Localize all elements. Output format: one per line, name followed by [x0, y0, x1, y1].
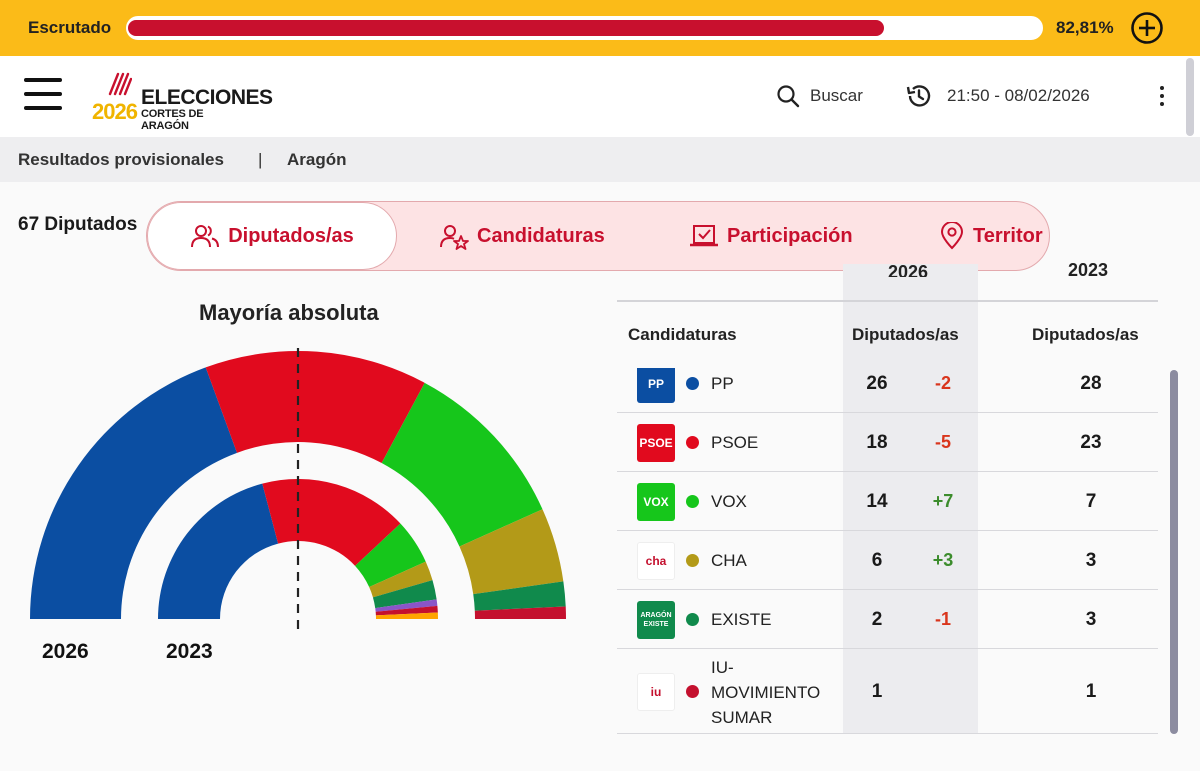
party-color-dot — [686, 613, 699, 626]
tab-diputados[interactable]: Diputados/as — [147, 202, 397, 270]
history-icon — [906, 85, 931, 107]
expand-plus-icon[interactable] — [1130, 11, 1164, 45]
table-row[interactable]: PP PP 26 -2 28 — [617, 368, 1158, 413]
tab-participacion[interactable]: Participación — [689, 202, 853, 270]
site-header: 2026 ELECCIONES CORTES DE ARAGÓN Buscar … — [0, 56, 1200, 137]
party-logo: PSOE — [637, 423, 675, 462]
party-name: PP — [711, 373, 734, 393]
seats-2026: 18 — [866, 431, 888, 453]
breadcrumb-results[interactable]: Resultados provisionales — [18, 150, 224, 170]
user-star-icon — [440, 225, 469, 250]
col-diputados-2026: Diputados/as — [852, 325, 959, 344]
hemicycle-chart — [30, 348, 566, 630]
tab-territorio-label: Territor — [973, 224, 1043, 247]
map-pin-icon — [940, 222, 964, 250]
ballot-icon — [690, 225, 718, 247]
seats-change: -1 — [934, 608, 951, 629]
party-name-line: SUMAR — [711, 707, 773, 727]
search-button[interactable]: Buscar — [776, 84, 863, 108]
seats-2026: 6 — [871, 549, 883, 571]
party-name: PSOE — [711, 432, 759, 452]
table-row[interactable]: VOX VOX 14 +7 7 — [617, 472, 1158, 531]
update-datetime: 21:50 - 08/02/2026 — [947, 86, 1090, 105]
tab-territorio[interactable]: Territor — [939, 202, 1043, 270]
seats-change: +7 — [932, 490, 954, 511]
hemicycle-inner-segment-pp[interactable] — [158, 483, 279, 619]
scrutiny-label: Escrutado — [28, 18, 112, 37]
logo-title: ELECCIONES — [141, 86, 273, 109]
users-icon — [191, 225, 220, 248]
elections-logo[interactable]: 2026 ELECCIONES CORTES DE ARAGÓN — [90, 70, 273, 132]
tab-candidaturas[interactable]: Candidaturas — [439, 202, 605, 270]
seats-2023: 3 — [1085, 549, 1097, 571]
tab-candidaturas-label: Candidaturas — [477, 224, 605, 247]
breadcrumb-separator: | — [258, 150, 263, 169]
party-name: VOX — [711, 491, 747, 511]
scrutiny-progress-track — [126, 16, 1043, 40]
party-color-dot — [686, 377, 699, 390]
party-logo: cha — [637, 541, 675, 580]
table-header-divider — [617, 300, 1158, 302]
inner-ring-year: 2023 — [166, 640, 213, 663]
seats-2026: 1 — [871, 680, 883, 702]
party-name-line: MOVIMIENTO — [711, 682, 821, 702]
seats-2023: 23 — [1080, 431, 1102, 453]
seats-2026: 26 — [866, 372, 888, 394]
breadcrumb-region[interactable]: Aragón — [287, 150, 347, 170]
party-color-dot — [686, 436, 699, 449]
logo-subtitle: CORTES DE ARAGÓN — [141, 108, 204, 132]
seats-change: -5 — [934, 431, 951, 452]
logo-stripes-icon — [108, 72, 132, 96]
party-logo: iu — [637, 672, 675, 711]
seats-change: -2 — [934, 372, 951, 393]
party-name: EXISTE — [711, 609, 772, 629]
search-label: Buscar — [810, 86, 863, 105]
party-logo: ARAGÓN EXISTE — [637, 600, 675, 639]
logo-year: 2026 — [92, 99, 138, 124]
seats-2026: 14 — [866, 490, 888, 512]
seats-change: +3 — [932, 549, 954, 570]
results-table: PP PP 26 -2 28 PSOE PSOE 18 -5 23 VOX VOX 14 +7 7 cha CH… — [617, 368, 1158, 734]
party-name: IU- MOVIMIENTO SUMAR — [711, 655, 820, 730]
outer-ring-year: 2026 — [42, 640, 89, 663]
year-2023-header: 2023 — [1068, 260, 1109, 280]
seats-2023: 3 — [1085, 608, 1097, 630]
party-color-dot — [686, 495, 699, 508]
table-row[interactable]: ARAGÓN EXISTE EXISTE 2 -1 3 — [617, 590, 1158, 649]
party-logo: VOX — [637, 482, 675, 521]
table-scrollbar[interactable] — [1170, 370, 1178, 734]
more-options-icon[interactable] — [1152, 86, 1172, 110]
seats-2023: 1 — [1085, 680, 1097, 702]
party-name-line: IU- — [711, 657, 734, 677]
scrutiny-bar: Escrutado 82,81% — [0, 0, 1200, 56]
results-tabs: Diputados/as Candidaturas Participación … — [146, 201, 1050, 271]
party-color-dot — [686, 685, 699, 698]
table-row[interactable]: PSOE PSOE 18 -5 23 — [617, 413, 1158, 472]
table-row[interactable]: cha CHA 6 +3 3 — [617, 531, 1158, 590]
total-seats-label: 67 Diputados — [18, 214, 138, 235]
year-2026-header: 2026 — [888, 262, 929, 277]
tab-diputados-label: Diputados/as — [228, 224, 354, 247]
header-scrollbar[interactable] — [1186, 58, 1194, 136]
col-candidaturas: Candidaturas — [628, 325, 737, 344]
party-name: CHA — [711, 550, 747, 570]
col-diputados-2023: Diputados/as — [1032, 325, 1139, 344]
party-logo: PP — [637, 368, 675, 403]
table-row[interactable]: iu IU- MOVIMIENTO SUMAR 1 1 — [617, 649, 1158, 734]
tab-participacion-label: Participación — [727, 224, 853, 247]
scrutiny-progress-fill — [128, 20, 885, 36]
seats-2026: 2 — [871, 608, 883, 630]
seats-2023: 28 — [1080, 372, 1102, 394]
scrutiny-percentage: 82,81% — [1056, 18, 1114, 37]
search-icon — [777, 85, 800, 108]
update-time[interactable]: 21:50 - 08/02/2026 — [905, 82, 1090, 110]
menu-hamburger-icon[interactable] — [24, 78, 62, 114]
breadcrumb: Resultados provisionales | Aragón — [0, 137, 1200, 182]
seats-2023: 7 — [1085, 490, 1097, 512]
party-color-dot — [686, 554, 699, 567]
chart-title: Mayoría absoluta — [199, 300, 379, 325]
